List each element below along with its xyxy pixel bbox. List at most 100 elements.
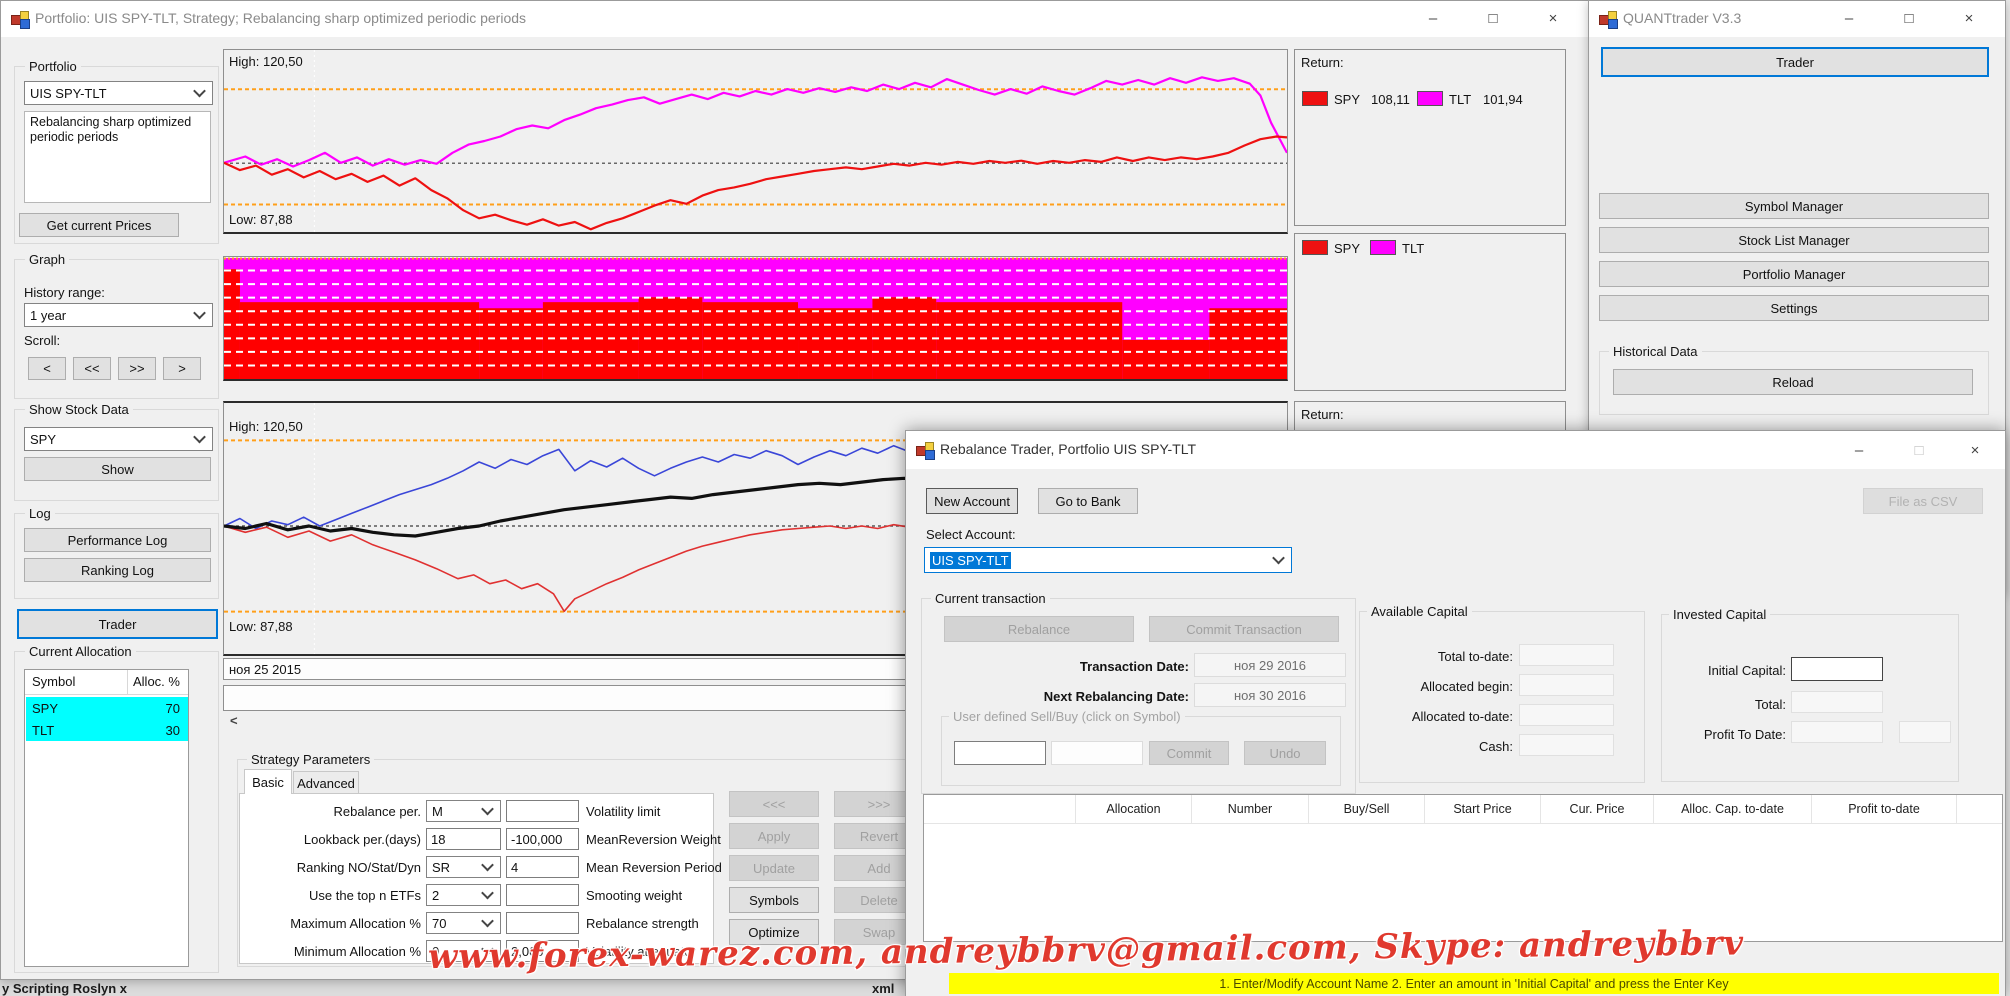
rebalance-strength-input[interactable] bbox=[506, 912, 579, 934]
strategy-description[interactable]: Rebalancing sharp optimized periodic per… bbox=[24, 111, 211, 203]
portfolio-select[interactable]: UIS SPY-TLT bbox=[24, 81, 213, 105]
param-value: 70 bbox=[432, 915, 447, 931]
scroll-fast-left-button[interactable]: << bbox=[73, 357, 111, 380]
history-range-select[interactable]: 1 year bbox=[24, 303, 213, 327]
prev-strategy-button[interactable]: <<< bbox=[729, 791, 819, 817]
minimize-icon[interactable]: – bbox=[1831, 433, 1887, 467]
mean-reversion-period-input[interactable] bbox=[506, 856, 579, 878]
symbol-manager-button[interactable]: Symbol Manager bbox=[1599, 193, 1989, 219]
volatility-limit-input[interactable] bbox=[506, 800, 579, 822]
scroll-fast-right-button[interactable]: >> bbox=[118, 357, 156, 380]
allocated-to-date-field bbox=[1519, 704, 1614, 726]
amount-field[interactable] bbox=[1051, 741, 1143, 765]
table-header-curprice[interactable]: Cur. Price bbox=[1541, 795, 1654, 823]
allocation-col-alloc[interactable]: Alloc. % bbox=[133, 674, 180, 689]
volatility-attenuator-input[interactable] bbox=[506, 940, 579, 962]
minimize-icon[interactable]: – bbox=[1405, 1, 1461, 35]
winforms-app-icon bbox=[916, 441, 935, 460]
rebalance-period-select[interactable]: M bbox=[426, 800, 501, 822]
dialog-titlebar[interactable]: Rebalance Trader, Portfolio UIS SPY-TLT … bbox=[906, 431, 2005, 469]
ranking-select[interactable]: SR bbox=[426, 856, 501, 878]
close-icon[interactable]: × bbox=[1947, 433, 2003, 467]
minimize-icon[interactable]: – bbox=[1821, 1, 1877, 35]
chevron-down-icon bbox=[1272, 551, 1285, 565]
quanttrader-titlebar[interactable]: QUANTtrader V3.3 – □ × bbox=[1589, 1, 2005, 37]
table-header-number[interactable]: Number bbox=[1192, 795, 1309, 823]
commit-button[interactable]: Commit bbox=[1149, 741, 1229, 765]
graph-group-label: Graph bbox=[25, 252, 70, 267]
reload-button[interactable]: Reload bbox=[1613, 369, 1973, 395]
account-select[interactable]: UIS SPY-TLT bbox=[924, 547, 1292, 573]
tab-basic[interactable]: Basic bbox=[244, 769, 292, 794]
collapse-icon[interactable]: < bbox=[230, 713, 238, 728]
log-group bbox=[14, 513, 219, 599]
go-to-bank-button[interactable]: Go to Bank bbox=[1038, 488, 1138, 514]
winforms-app-icon bbox=[1599, 10, 1618, 29]
table-header-alloccap[interactable]: Alloc. Cap. to-date bbox=[1654, 795, 1812, 823]
smoothing-weight-input[interactable] bbox=[506, 884, 579, 906]
ranking-log-button[interactable]: Ranking Log bbox=[24, 558, 211, 582]
maximize-icon[interactable]: □ bbox=[1465, 1, 1521, 35]
symbols-button[interactable]: Symbols bbox=[729, 887, 819, 913]
new-account-button[interactable]: New Account bbox=[926, 488, 1018, 514]
table-header-startprice[interactable]: Start Price bbox=[1425, 795, 1541, 823]
param-label: Rebalance per. bbox=[333, 804, 421, 819]
lookback-period-input[interactable] bbox=[426, 828, 501, 850]
return-chart[interactable] bbox=[223, 49, 1288, 234]
allocation-history-chart[interactable] bbox=[223, 256, 1288, 381]
optimize-button[interactable]: Optimize bbox=[729, 919, 819, 945]
allocation-row-tlt[interactable]: TLT 30 bbox=[26, 719, 188, 741]
initial-capital-input[interactable] bbox=[1791, 657, 1883, 681]
apply-button[interactable]: Apply bbox=[729, 823, 819, 849]
available-capital-label: Available Capital bbox=[1367, 604, 1472, 619]
table-header-rowselector[interactable] bbox=[924, 795, 1076, 823]
tab-advanced[interactable]: Advanced bbox=[293, 771, 359, 794]
chart-date-label: ноя 25 2015 bbox=[229, 662, 302, 677]
table-header-profit[interactable]: Profit to-date bbox=[1812, 795, 1957, 823]
allocation-table[interactable]: Symbol Alloc. % SPY 70 TLT 30 bbox=[24, 669, 189, 967]
get-current-prices-button[interactable]: Get current Prices bbox=[19, 213, 179, 237]
invested-capital-label: Invested Capital bbox=[1669, 607, 1771, 622]
allocation-symbol: TLT bbox=[32, 722, 55, 738]
allocation-col-symbol[interactable]: Symbol bbox=[32, 674, 75, 689]
account-select-value: UIS SPY-TLT bbox=[930, 551, 1011, 569]
current-transaction-label: Current transaction bbox=[931, 591, 1050, 606]
positions-table[interactable]: Allocation Number Buy/Sell Start Price C… bbox=[923, 794, 2003, 942]
stock-select[interactable]: SPY bbox=[24, 427, 213, 451]
min-allocation-select[interactable]: 0 bbox=[426, 940, 501, 962]
maximize-icon[interactable]: □ bbox=[1881, 1, 1937, 35]
performance-log-button[interactable]: Performance Log bbox=[24, 528, 211, 552]
close-icon[interactable]: × bbox=[1525, 1, 1581, 35]
trader-button[interactable]: Trader bbox=[17, 609, 218, 639]
param-value: 0 bbox=[432, 943, 440, 959]
chevron-down-icon bbox=[481, 942, 494, 956]
chevron-down-icon bbox=[193, 306, 206, 320]
maximize-icon[interactable]: □ bbox=[1891, 433, 1947, 467]
file-as-csv-button[interactable]: File as CSV bbox=[1863, 488, 1983, 514]
commit-transaction-button[interactable]: Commit Transaction bbox=[1149, 616, 1339, 642]
trader-launcher-button[interactable]: Trader bbox=[1601, 47, 1989, 77]
portfolio-manager-button[interactable]: Portfolio Manager bbox=[1599, 261, 1989, 287]
update-button[interactable]: Update bbox=[729, 855, 819, 881]
window-title: Portfolio: UIS SPY-TLT, Strategy; Rebala… bbox=[35, 10, 527, 26]
max-allocation-select[interactable]: 70 bbox=[426, 912, 501, 934]
top-n-etfs-select[interactable]: 2 bbox=[426, 884, 501, 906]
symbol-field[interactable] bbox=[954, 741, 1046, 765]
next-rebalancing-date-value: ноя 30 2016 bbox=[1194, 683, 1346, 707]
legend2-tlt: TLT bbox=[1402, 241, 1425, 256]
scroll-right-button[interactable]: > bbox=[163, 357, 201, 380]
settings-button[interactable]: Settings bbox=[1599, 295, 1989, 321]
meanreversion-weight-input[interactable] bbox=[506, 828, 579, 850]
allocation-row-spy[interactable]: SPY 70 bbox=[26, 697, 188, 719]
table-header-allocation[interactable]: Allocation bbox=[1076, 795, 1192, 823]
portfolio-titlebar[interactable]: Portfolio: UIS SPY-TLT, Strategy; Rebala… bbox=[1, 1, 1589, 37]
show-button[interactable]: Show bbox=[24, 457, 211, 481]
table-header-buysell[interactable]: Buy/Sell bbox=[1309, 795, 1425, 823]
rebalance-button[interactable]: Rebalance bbox=[944, 616, 1134, 642]
undo-button[interactable]: Undo bbox=[1244, 741, 1326, 765]
current-allocation-label: Current Allocation bbox=[25, 644, 136, 659]
close-icon[interactable]: × bbox=[1941, 1, 1997, 35]
stock-list-manager-button[interactable]: Stock List Manager bbox=[1599, 227, 1989, 253]
invested-total-label: Total: bbox=[1754, 697, 1786, 712]
scroll-left-button[interactable]: < bbox=[28, 357, 66, 380]
